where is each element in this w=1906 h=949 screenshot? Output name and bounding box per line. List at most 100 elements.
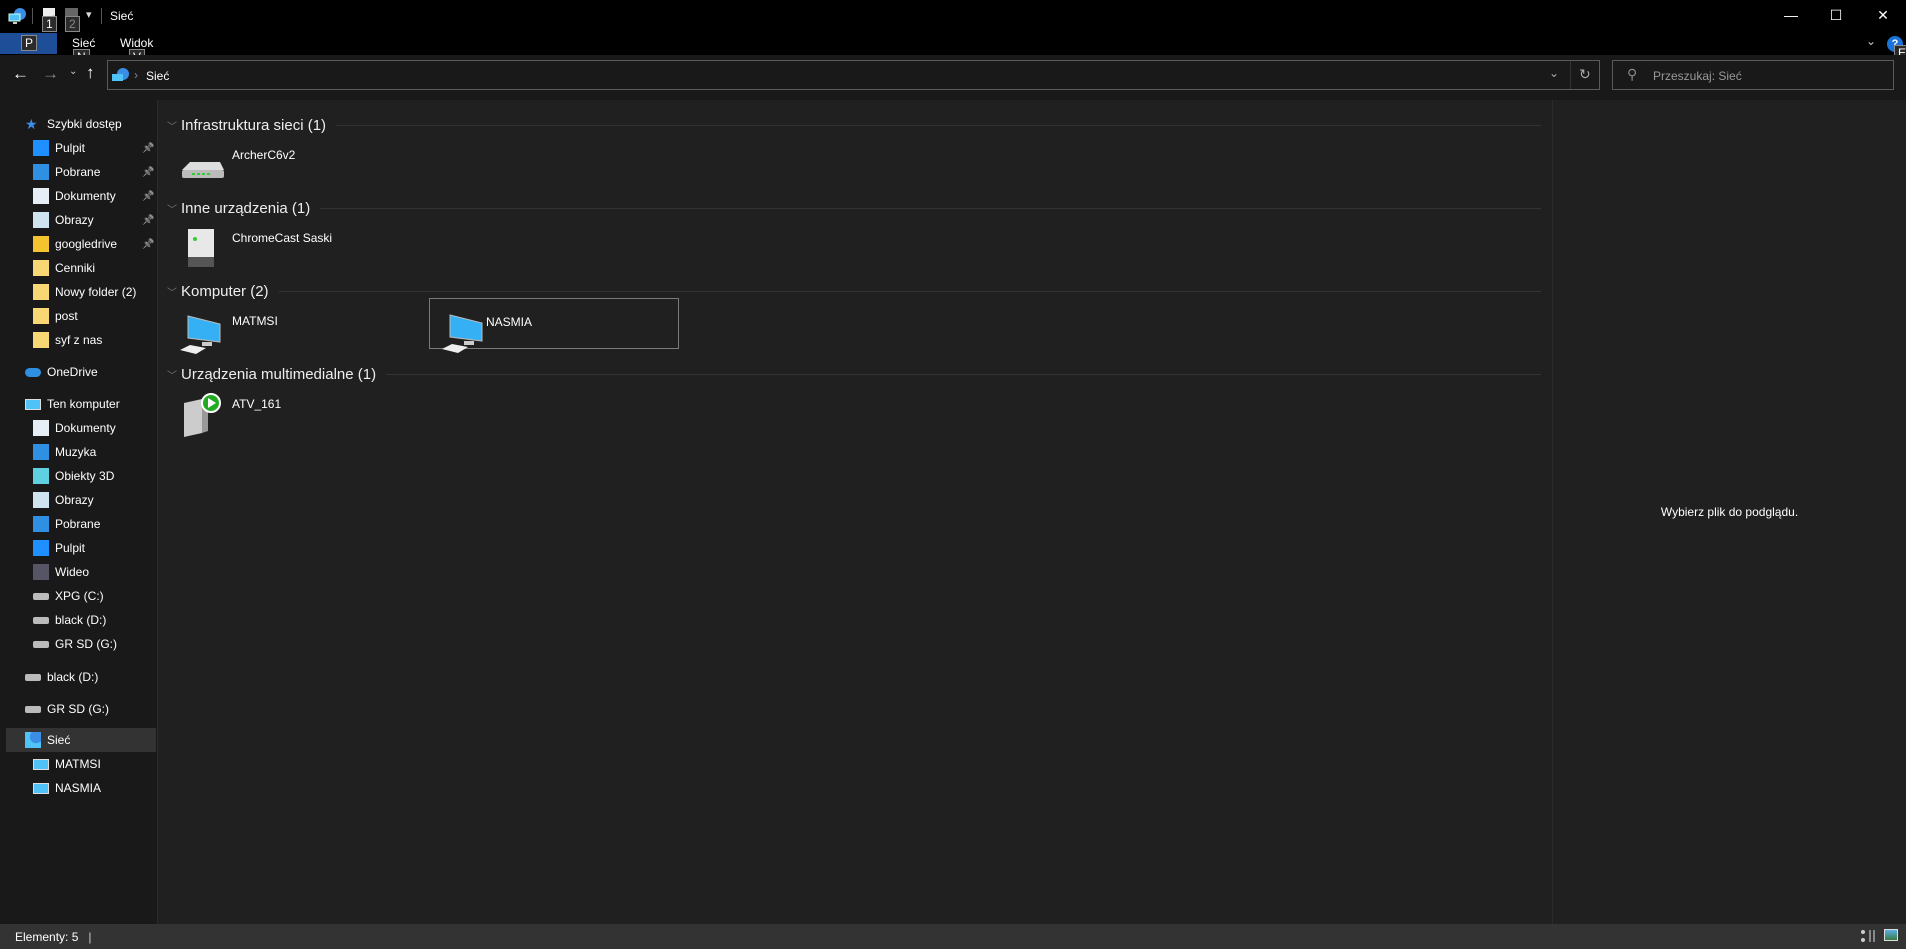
network-icon (25, 732, 41, 748)
recent-locations-button[interactable]: ⌄ (69, 66, 77, 77)
drive-icon (25, 705, 41, 713)
large-icons-view-icon[interactable] (1884, 929, 1898, 941)
sidebar-item[interactable]: Pobrane 📌 (33, 160, 154, 184)
group-header[interactable]: ﹀ Inne urządzenia (1) (167, 198, 1541, 218)
pin-icon[interactable]: 📌 (142, 167, 154, 178)
close-button[interactable]: ✕ (1860, 0, 1906, 30)
tab-widok[interactable]: Widok (120, 36, 153, 50)
sidebar-item-matmsi[interactable]: MATMSI (33, 752, 101, 776)
sidebar-item-this-pc[interactable]: Ten komputer (25, 392, 120, 416)
sidebar-item[interactable]: post (33, 304, 78, 328)
network-item[interactable]: NASMIA (429, 298, 679, 353)
refresh-icon[interactable]: ↻ (1579, 66, 1591, 83)
group-header[interactable]: ﹀ Urządzenia multimedialne (1) (167, 364, 1541, 384)
sidebar-item[interactable]: googledrive 📌 (33, 232, 154, 256)
pin-icon[interactable]: 📌 (142, 215, 154, 226)
sidebar-item[interactable]: Pobrane (33, 512, 100, 536)
sidebar-item-label: Szybki dostęp (47, 117, 122, 131)
customize-toolbar-icon[interactable]: ▾ (86, 8, 92, 21)
folder-icon (33, 308, 49, 324)
maximize-button[interactable]: ☐ (1813, 0, 1859, 30)
group-header[interactable]: ﹀ Infrastruktura sieci (1) (167, 115, 1541, 135)
sidebar-item-label: Dokumenty (55, 421, 116, 435)
sidebar-item-label: GR SD (G:) (47, 702, 109, 716)
sidebar-item-drive-g[interactable]: GR SD (G:) (25, 697, 109, 721)
network-item[interactable]: ChromeCast Saski (178, 225, 428, 277)
file-list[interactable]: ﹀ Infrastruktura sieci (1) ArcherC6v2 ﹀ Inne… (159, 100, 1552, 924)
star-icon: ★ (25, 116, 38, 132)
sidebar-item[interactable]: Dokumenty (33, 416, 116, 440)
group-title: Infrastruktura sieci (1) (181, 116, 327, 134)
sidebar-item[interactable]: Pulpit (33, 536, 85, 560)
keytip-2: 2 (65, 16, 80, 32)
sidebar-item[interactable]: syf z nas (33, 328, 102, 352)
chevron-down-icon[interactable]: ﹀ (167, 118, 177, 133)
sidebar-item-label: Pulpit (55, 141, 86, 155)
search-box[interactable]: ⚲ Przeszukaj: Sieć (1612, 60, 1894, 90)
sidebar-item-network[interactable]: Sieć (6, 728, 156, 752)
ribbon-tabs: P Sieć N Widok V ⌄ ? E (0, 33, 1906, 65)
router-icon (178, 144, 226, 192)
sidebar-item[interactable]: XPG (C:) (33, 584, 104, 608)
group-header[interactable]: ﹀ Komputer (2) (167, 281, 1541, 301)
documents-icon (33, 188, 49, 204)
minimize-button[interactable]: — (1768, 0, 1814, 30)
sidebar-item[interactable]: GR SD (G:) (33, 632, 117, 656)
item-name: MATMSI (232, 314, 278, 328)
sidebar-item[interactable]: Pulpit 📌 (33, 136, 154, 160)
search-input[interactable]: Przeszukaj: Sieć (1653, 69, 1742, 83)
group-title: Komputer (2) (181, 282, 269, 300)
desktop-icon (33, 540, 49, 556)
sidebar-item[interactable]: Cenniki (33, 256, 95, 280)
sidebar-item-onedrive[interactable]: OneDrive (25, 360, 98, 384)
file-tab[interactable]: P (0, 33, 57, 54)
sidebar-item[interactable]: Obiekty 3D (33, 464, 114, 488)
sidebar-item-label: googledrive (55, 237, 118, 251)
navigation-pane[interactable]: ★ Szybki dostęp Pulpit 📌 Pobrane 📌 Dokumenty 📌… (0, 100, 158, 924)
sidebar-item[interactable]: Obrazy (33, 488, 94, 512)
expand-ribbon-icon[interactable]: ⌄ (1866, 34, 1876, 48)
sidebar-item-nasmia[interactable]: NASMIA (33, 776, 101, 800)
sidebar-item-label: black (D:) (47, 670, 99, 684)
computer-icon (33, 758, 49, 770)
keytip-file: P (21, 35, 38, 51)
network-item[interactable]: MATMSI (178, 308, 428, 360)
back-button[interactable]: ← (12, 64, 29, 84)
title-bar: 1 2 ▾ Sieć — ☐ ✕ (0, 0, 1906, 33)
up-button[interactable]: ↑ (86, 63, 95, 83)
sidebar-item-label: post (55, 309, 78, 323)
network-item[interactable]: ArcherC6v2 (178, 142, 428, 194)
sidebar-item-drive-d[interactable]: black (D:) (25, 665, 98, 689)
forward-button[interactable]: → (42, 64, 59, 84)
tab-siec[interactable]: Sieć (72, 36, 95, 50)
sidebar-item-label: Pobrane (55, 517, 101, 531)
group-title: Urządzenia multimedialne (1) (181, 365, 377, 383)
details-view-icon[interactable] (1861, 930, 1875, 942)
pin-icon[interactable]: 📌 (142, 143, 154, 154)
item-name: NASMIA (486, 315, 533, 329)
item-count: Elementy: 5 (15, 929, 79, 944)
address-dropdown-icon[interactable]: ⌄ (1549, 66, 1559, 80)
sidebar-item[interactable]: Wideo (33, 560, 89, 584)
address-bar[interactable]: › Sieć ⌄ ↻ (107, 60, 1600, 90)
chevron-down-icon[interactable]: ﹀ (167, 201, 177, 216)
sidebar-item-quick-access[interactable]: ★ Szybki dostęp (25, 112, 122, 136)
pin-icon[interactable]: 📌 (142, 191, 154, 202)
drive-icon (33, 616, 49, 624)
sidebar-item[interactable]: Muzyka (33, 440, 96, 464)
sidebar-item[interactable]: Obrazy 📌 (33, 208, 154, 232)
sidebar-item[interactable]: black (D:) (33, 608, 106, 632)
chevron-down-icon[interactable]: ﹀ (167, 284, 177, 299)
item-name: ChromeCast Saski (232, 231, 333, 245)
music-icon (33, 444, 49, 460)
drive-icon (33, 640, 49, 648)
chevron-down-icon[interactable]: ﹀ (167, 367, 177, 382)
pin-icon[interactable]: 📌 (142, 239, 154, 250)
sidebar-item[interactable]: Nowy folder (2) (33, 280, 136, 304)
pictures-icon (33, 492, 49, 508)
sidebar-item[interactable]: Dokumenty 📌 (33, 184, 154, 208)
network-item[interactable]: ATV_161 (178, 391, 428, 443)
breadcrumb-siec[interactable]: Sieć (146, 69, 169, 83)
google-drive-icon (33, 236, 49, 252)
system-drive-icon (33, 592, 49, 600)
